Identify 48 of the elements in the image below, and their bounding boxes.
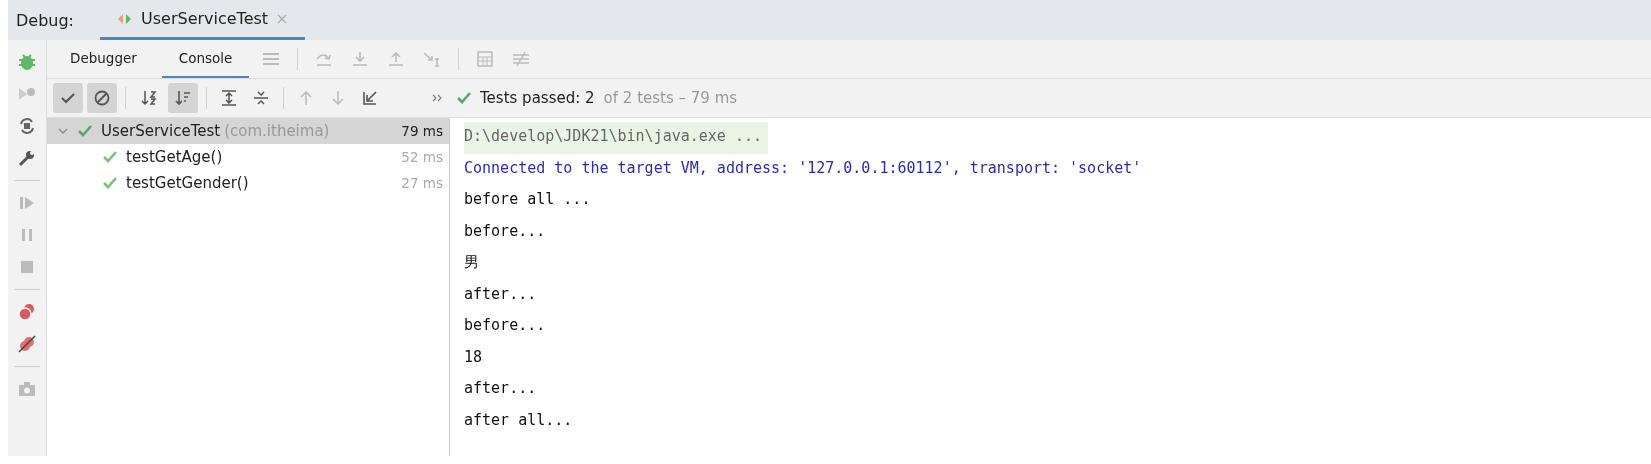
run-config-icon bbox=[118, 12, 132, 25]
panel-title: Debug: bbox=[16, 10, 74, 30]
test-duration: 27 ms bbox=[401, 175, 443, 191]
output-line: after all... bbox=[464, 409, 574, 431]
breakpoints-icon[interactable] bbox=[17, 302, 37, 322]
menu-icon[interactable] bbox=[261, 51, 282, 67]
camera-icon[interactable] bbox=[17, 379, 37, 399]
output-line: after... bbox=[464, 378, 538, 399]
test-name: testGetAge() bbox=[126, 148, 223, 166]
output-line: before... bbox=[464, 315, 547, 336]
output-line: 18 bbox=[464, 346, 484, 368]
prohibited-icon bbox=[93, 89, 111, 107]
package-name: (com.itheima) bbox=[224, 122, 330, 140]
test-name: testGetGender() bbox=[126, 174, 249, 192]
test-tree-row[interactable]: testGetGender() 27 ms bbox=[47, 170, 449, 196]
check-icon bbox=[456, 91, 472, 105]
show-passed-button[interactable] bbox=[53, 83, 83, 113]
test-duration: 79 ms bbox=[401, 123, 443, 139]
calculator-icon[interactable] bbox=[475, 51, 496, 67]
output-line: after... bbox=[464, 283, 538, 305]
test-name: UserServiceTest bbox=[101, 122, 221, 140]
close-icon[interactable] bbox=[277, 13, 288, 24]
tab[interactable]: Debugger bbox=[53, 40, 154, 78]
output-line: before all ... bbox=[464, 189, 592, 210]
sync-icon[interactable] bbox=[17, 116, 37, 136]
output-line: before... bbox=[464, 220, 547, 242]
check-icon bbox=[102, 176, 118, 190]
test-tree-row[interactable]: testGetAge() 52 ms bbox=[47, 144, 449, 170]
test-summary: Tests passed: 2 bbox=[480, 89, 595, 107]
more-icon[interactable] bbox=[432, 93, 444, 103]
test-summary-detail: of 2 tests – 79 ms bbox=[603, 89, 738, 107]
expand-all-icon[interactable] bbox=[219, 89, 239, 107]
sort-duration-icon bbox=[174, 89, 192, 107]
info-line: Connected to the target VM, address: '127.0.0.1:60112', transport: 'socket' bbox=[464, 157, 1143, 179]
mute-breakpoints-icon[interactable] bbox=[17, 334, 37, 354]
check-icon bbox=[102, 150, 118, 164]
show-ignored-button[interactable] bbox=[87, 83, 117, 113]
test-tree-row[interactable]: UserServiceTest (com.itheima) 79 ms bbox=[47, 118, 449, 144]
wrench-icon[interactable] bbox=[17, 148, 37, 168]
sort-alpha-icon bbox=[140, 89, 158, 107]
collapse-all-icon[interactable] bbox=[251, 89, 271, 107]
import-icon[interactable] bbox=[360, 89, 380, 107]
trace-icon[interactable] bbox=[511, 51, 532, 67]
sort-by-duration-button[interactable] bbox=[168, 83, 198, 113]
check-icon bbox=[77, 124, 93, 138]
bug-icon[interactable] bbox=[17, 52, 37, 72]
test-duration: 52 ms bbox=[401, 149, 443, 165]
output-line: 男 bbox=[464, 252, 480, 273]
